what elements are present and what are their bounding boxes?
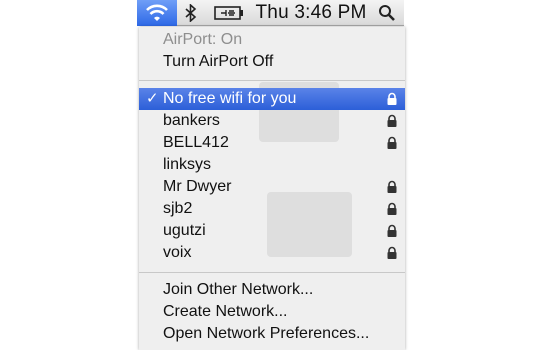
menu-bar: Thu 3:46 PM <box>137 0 404 26</box>
network-item[interactable]: ugutzi <box>139 220 405 242</box>
battery-icon[interactable] <box>205 0 253 26</box>
network-item[interactable]: linksys <box>139 154 405 176</box>
lock-icon <box>387 114 397 127</box>
airport-menu: AirPort: On Turn AirPort Off ✓ No free w… <box>139 27 405 350</box>
menu-bar-clock[interactable]: Thu 3:46 PM <box>253 0 369 26</box>
lock-icon <box>387 202 397 215</box>
network-item[interactable]: voix <box>139 242 405 264</box>
wifi-icon[interactable] <box>137 0 177 26</box>
network-item[interactable]: BELL412 <box>139 132 405 154</box>
lock-icon <box>387 136 397 149</box>
open-network-preferences-item[interactable]: Open Network Preferences... <box>139 323 405 345</box>
network-name: No free wifi for you <box>163 90 297 107</box>
lock-icon <box>387 92 397 105</box>
join-other-network-item[interactable]: Join Other Network... <box>139 279 405 301</box>
network-name: bankers <box>163 112 220 129</box>
network-item[interactable]: bankers <box>139 110 405 132</box>
checkmark-icon: ✓ <box>146 90 159 107</box>
network-name: ugutzi <box>163 222 206 239</box>
network-name: voix <box>163 244 192 261</box>
network-item[interactable]: sjb2 <box>139 198 405 220</box>
spotlight-search-icon[interactable] <box>369 0 404 26</box>
menu-separator <box>139 80 405 81</box>
network-item[interactable]: ✓ No free wifi for you <box>139 88 405 110</box>
network-name: BELL412 <box>163 134 229 151</box>
lock-icon <box>387 180 397 193</box>
network-name: sjb2 <box>163 200 193 217</box>
lock-icon <box>387 224 397 237</box>
lock-icon <box>387 246 397 259</box>
bluetooth-icon[interactable] <box>177 0 205 26</box>
network-name: linksys <box>163 156 212 173</box>
network-name: Mr Dwyer <box>163 178 232 195</box>
menu-separator <box>139 272 405 273</box>
turn-airport-off-item[interactable]: Turn AirPort Off <box>139 51 405 73</box>
airport-status: AirPort: On <box>163 31 243 48</box>
create-network-item[interactable]: Create Network... <box>139 301 405 323</box>
screenshot-stage: Thu 3:46 PM AirPort: On Turn AirPort Off… <box>0 0 550 350</box>
network-item[interactable]: Mr Dwyer <box>139 176 405 198</box>
